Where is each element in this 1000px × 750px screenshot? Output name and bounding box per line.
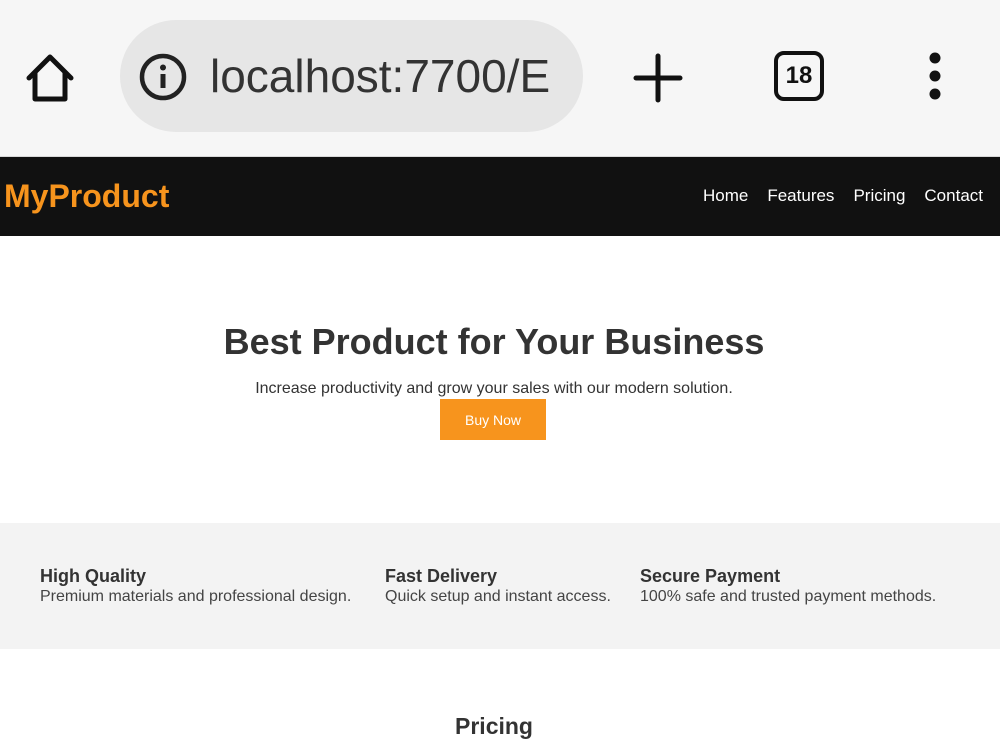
feature-title: High Quality: [40, 566, 147, 586]
hero-subtitle: Increase productivity and grow your sale…: [255, 380, 733, 397]
home-button[interactable]: [22, 50, 78, 106]
browser-menu-button[interactable]: [915, 50, 955, 106]
nav-link-home[interactable]: Home: [703, 185, 748, 207]
hero-section: Best Product for Your Business Increase …: [0, 236, 1000, 523]
brand-logo[interactable]: MyProduct: [4, 175, 169, 217]
nav-links: Home Features Pricing Contact: [703, 185, 983, 207]
feature-title: Fast Delivery: [385, 566, 498, 586]
address-bar[interactable]: localhost:7700/E: [120, 20, 583, 132]
feature-item: High Quality Premium materials and profe…: [40, 565, 351, 607]
feature-item: Fast Delivery Quick setup and instant ac…: [385, 565, 611, 607]
nav-link-contact[interactable]: Contact: [924, 185, 983, 207]
nav-link-features[interactable]: Features: [767, 185, 834, 207]
more-vert-icon: [929, 52, 941, 100]
browser-toolbar: localhost:7700/E 18: [0, 0, 1000, 157]
feature-description: Premium materials and professional desig…: [40, 588, 352, 605]
feature-description: 100% safe and trusted payment methods.: [640, 588, 937, 605]
features-section: High Quality Premium materials and profe…: [0, 523, 1000, 649]
tab-switcher-button[interactable]: 18: [774, 51, 824, 101]
feature-description: Quick setup and instant access.: [385, 588, 611, 605]
home-icon: [26, 54, 74, 102]
pricing-heading: Pricing: [455, 713, 533, 739]
feature-item: Secure Payment 100% safe and trusted pay…: [640, 565, 936, 607]
url-text[interactable]: localhost:7700/E: [210, 46, 562, 106]
feature-title: Secure Payment: [640, 566, 781, 586]
nav-link-pricing[interactable]: Pricing: [853, 185, 905, 207]
info-icon[interactable]: [138, 52, 188, 102]
buy-now-button[interactable]: Buy Now: [440, 399, 546, 440]
hero-title: Best Product for Your Business: [223, 321, 765, 362]
tab-count: 18: [785, 62, 813, 89]
plus-icon: [633, 53, 683, 103]
new-tab-button[interactable]: [630, 50, 686, 106]
site-navbar: MyProduct Home Features Pricing Contact: [0, 157, 1000, 236]
